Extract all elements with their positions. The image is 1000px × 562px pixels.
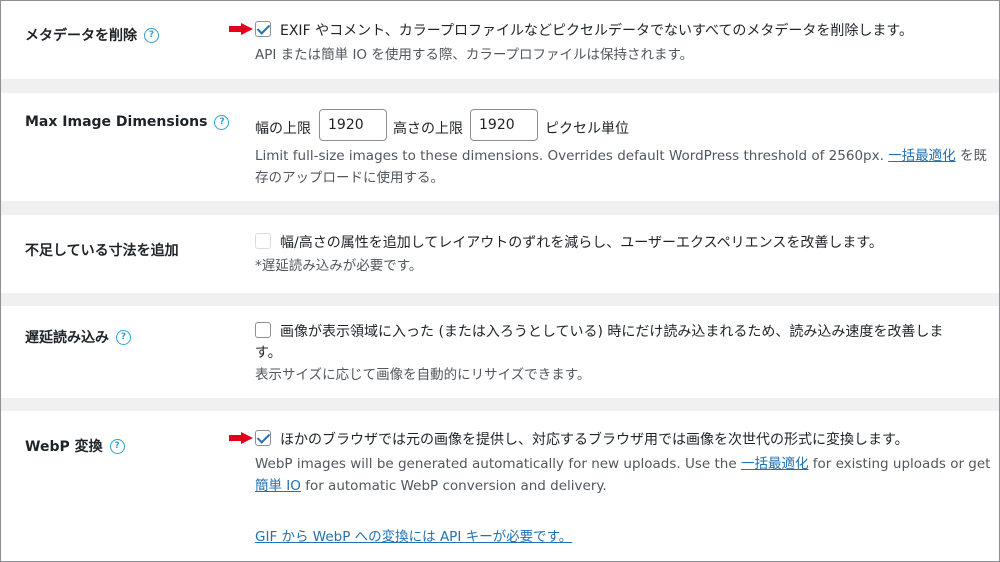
webp-text: ほかのブラウザでは元の画像を提供し、対応するブラウザ用では画像を次世代の形式に変…	[280, 432, 909, 448]
api-key-link[interactable]: GIF から WebP への変換には API キーが必要です。	[255, 526, 572, 548]
bulk-optimize-link[interactable]: 一括最適化	[888, 148, 956, 164]
add-dimensions-desc: *遅延読み込みが必要です。	[255, 258, 423, 274]
webp-label: WebP 変換	[25, 439, 103, 455]
lazy-load-text-line2: す。	[255, 345, 282, 361]
help-icon[interactable]: ?	[116, 329, 131, 345]
bulk-optimize-link[interactable]: 一括最適化	[741, 456, 809, 472]
webp-desc-line1: WebP images will be generated automatica…	[255, 453, 990, 475]
setting-row-strip-metadata: メタデータを削除 ? EXIF やコメント、カラープロファイルなどピクセルデータ…	[1, 1, 999, 79]
add-dimensions-label: 不足している寸法を追加	[25, 243, 179, 259]
max-width-input[interactable]	[319, 109, 387, 141]
max-dimensions-desc-line1: Limit full-size images to these dimensio…	[255, 145, 987, 167]
help-icon[interactable]: ?	[109, 438, 125, 454]
max-dimensions-label-group: Max Image Dimensions ?	[25, 114, 230, 130]
webp-label-group: WebP 変換 ?	[25, 436, 125, 456]
height-label: 高さの上限	[393, 121, 463, 137]
strip-metadata-label-group: メタデータを削除 ?	[25, 25, 159, 45]
unit-label: ピクセル単位	[545, 121, 629, 137]
strip-metadata-label: メタデータを削除	[25, 28, 137, 44]
add-dimensions-checkbox[interactable]	[255, 233, 271, 249]
strip-metadata-checkbox[interactable]	[255, 21, 271, 37]
webp-checkbox[interactable]	[255, 430, 271, 446]
webp-desc-part3: for automatic WebP conversion and delive…	[305, 478, 607, 494]
max-dimensions-desc-part1: Limit full-size images to these dimensio…	[255, 148, 884, 164]
annotation-arrow-icon	[229, 432, 253, 444]
easy-io-link[interactable]: 簡単 IO	[255, 478, 301, 494]
lazy-load-checkbox[interactable]	[255, 322, 271, 338]
lazy-load-desc: 表示サイズに応じて画像を自動的にリサイズできます。	[255, 367, 591, 383]
annotation-arrow-icon	[229, 23, 253, 35]
max-height-input[interactable]	[470, 109, 538, 141]
webp-desc-part1: WebP images will be generated automatica…	[255, 456, 737, 472]
width-label: 幅の上限	[255, 121, 311, 137]
webp-desc-line2: 簡単 IO for automatic WebP conversion and …	[255, 475, 607, 497]
max-dimensions-label: Max Image Dimensions	[25, 114, 208, 130]
max-dimensions-desc-line2: 存のアップロードに使用する。	[255, 170, 444, 186]
setting-row-webp: WebP 変換 ? ほかのブラウザでは元の画像を提供し、対応するブラウザ用では画…	[1, 411, 999, 561]
strip-metadata-text: EXIF やコメント、カラープロファイルなどピクセルデータでないすべてのメタデー…	[280, 23, 914, 39]
setting-row-lazy-load: 遅延読み込み ? 画像が表示領域に入った (または入ろうとしている) 時にだけ読…	[1, 306, 999, 398]
strip-metadata-desc: API または簡単 IO を使用する際、カラープロファイルは保持されます。	[255, 47, 694, 63]
setting-row-add-dimensions: 不足している寸法を追加 幅/高さの属性を追加してレイアウトのずれを減らし、ユーザ…	[1, 215, 999, 293]
setting-row-max-dimensions: Max Image Dimensions ? 幅の上限 高さの上限 ピクセル単位…	[1, 93, 999, 201]
add-dimensions-label-group: 不足している寸法を追加	[25, 240, 179, 260]
webp-desc-part2: for existing uploads or get	[812, 456, 991, 472]
help-icon[interactable]: ?	[214, 114, 230, 130]
lazy-load-label-group: 遅延読み込み ?	[25, 327, 131, 347]
help-icon[interactable]: ?	[144, 27, 159, 43]
lazy-load-text-line1: 画像が表示領域に入った (または入ろうとしている) 時にだけ読み込まれるため、読…	[280, 324, 944, 340]
lazy-load-label: 遅延読み込み	[25, 330, 109, 346]
add-dimensions-text: 幅/高さの属性を追加してレイアウトのずれを減らし、ユーザーエクスペリエンスを改善…	[280, 235, 883, 251]
max-dimensions-desc-part2: を既	[959, 148, 987, 164]
